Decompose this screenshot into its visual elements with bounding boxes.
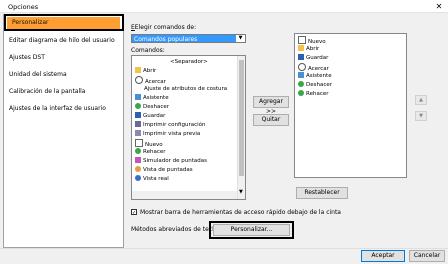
show-below-label: Mostrar barra de herramientas de acceso … bbox=[140, 209, 341, 216]
nav-item-editar-diagrama[interactable]: Editar diagrama de hilo del usuario bbox=[4, 35, 123, 47]
nav-item-calibracion-pantalla[interactable]: Calibración de la pantalla bbox=[4, 86, 123, 98]
move-down-icon[interactable]: ▼ bbox=[415, 111, 427, 121]
selection-highlight bbox=[4, 14, 124, 31]
list-item[interactable]: Rehacer bbox=[298, 90, 328, 98]
list-item[interactable]: Acercar bbox=[298, 63, 329, 72]
close-icon[interactable]: ✕ bbox=[433, 1, 445, 12]
new-file-icon bbox=[298, 36, 306, 44]
chevron-down-icon[interactable]: ▼ bbox=[236, 35, 245, 42]
list-item[interactable]: Deshacer bbox=[135, 103, 169, 111]
list-item[interactable]: Vista de puntadas bbox=[135, 166, 193, 174]
list-item[interactable]: Ajuste de atributos de costura bbox=[144, 85, 227, 93]
list-item[interactable]: Deshacer bbox=[298, 81, 332, 89]
horizontal-scrollbar[interactable] bbox=[132, 191, 237, 199]
commands-scrollbar[interactable]: ▼ bbox=[237, 56, 245, 199]
list-item[interactable]: Rehacer bbox=[135, 148, 165, 156]
list-item[interactable]: Imprimir configuración bbox=[135, 121, 206, 129]
scroll-down-icon[interactable]: ▼ bbox=[239, 189, 243, 195]
wizard-icon bbox=[298, 72, 304, 78]
nav-item-unidad-sistema[interactable]: Unidad del sistema bbox=[4, 69, 123, 81]
undo-icon bbox=[135, 103, 141, 109]
list-item[interactable]: Asistente bbox=[135, 94, 169, 102]
ok-button[interactable]: Aceptar bbox=[361, 250, 405, 262]
list-item[interactable]: Nuevo bbox=[135, 139, 163, 148]
dropdown-value: Comandos populares bbox=[134, 36, 198, 43]
choose-commands-label: EElegir comandos de: bbox=[131, 24, 197, 31]
redo-icon bbox=[135, 148, 141, 154]
simulator-icon bbox=[135, 157, 141, 163]
print-preview-icon bbox=[135, 130, 141, 136]
remove-button[interactable]: Quitar bbox=[253, 114, 289, 126]
list-item[interactable]: Vista real bbox=[135, 175, 169, 183]
scrollbar-thumb[interactable] bbox=[239, 60, 244, 176]
list-item[interactable]: Guardar bbox=[135, 112, 165, 120]
real-view-icon bbox=[135, 175, 141, 181]
customize-button[interactable]: Personalizar... bbox=[213, 224, 290, 236]
wizard-icon bbox=[135, 94, 141, 100]
add-button[interactable]: Agregar >> bbox=[253, 96, 289, 115]
save-icon bbox=[135, 112, 141, 118]
list-item[interactable]: Acercar bbox=[135, 76, 166, 85]
list-item[interactable]: <Separador> bbox=[170, 58, 208, 66]
list-item[interactable]: Abrir bbox=[298, 45, 319, 53]
commands-list[interactable]: <Separador> Abrir Acercar Ajuste de atri… bbox=[131, 55, 246, 200]
undo-icon bbox=[298, 81, 304, 87]
list-item[interactable]: Guardar bbox=[298, 54, 328, 62]
move-up-icon[interactable]: ▲ bbox=[415, 95, 427, 105]
window-title: Opciones bbox=[8, 3, 39, 11]
cancel-button[interactable]: Cancelar bbox=[409, 250, 445, 262]
commands-source-dropdown[interactable]: Comandos populares ▼ bbox=[131, 34, 246, 43]
redo-icon bbox=[298, 90, 304, 96]
list-item[interactable]: Simulador de puntadas bbox=[135, 157, 207, 165]
commands-label: Comandos: bbox=[131, 47, 165, 54]
list-item[interactable]: Abrir bbox=[135, 67, 156, 75]
zoom-in-icon bbox=[298, 63, 306, 71]
stitch-view-icon bbox=[135, 166, 141, 172]
folder-icon bbox=[135, 67, 141, 73]
save-icon bbox=[298, 54, 304, 60]
nav-item-ajustes-dst[interactable]: Ajustes DST bbox=[4, 52, 123, 64]
options-nav: Personalizar Editar diagrama de hilo del… bbox=[3, 14, 124, 248]
print-setup-icon bbox=[135, 121, 141, 127]
new-file-icon bbox=[135, 139, 143, 147]
show-below-checkbox[interactable]: ✓ bbox=[131, 209, 137, 216]
folder-icon bbox=[298, 45, 304, 51]
reset-button[interactable]: Restablecer bbox=[296, 187, 348, 199]
list-item[interactable]: Imprimir vista previa bbox=[135, 130, 200, 138]
title-bar: Opciones ✕ bbox=[0, 0, 448, 13]
list-item[interactable]: Nuevo bbox=[298, 36, 326, 45]
toolbar-items-list[interactable]: Nuevo Abrir Guardar Acercar Asistente De… bbox=[294, 33, 407, 178]
list-item[interactable]: Asistente bbox=[298, 72, 332, 80]
nav-item-ajustes-interfaz[interactable]: Ajustes de la interfaz de usuario bbox=[4, 103, 123, 115]
zoom-in-icon bbox=[135, 76, 143, 84]
